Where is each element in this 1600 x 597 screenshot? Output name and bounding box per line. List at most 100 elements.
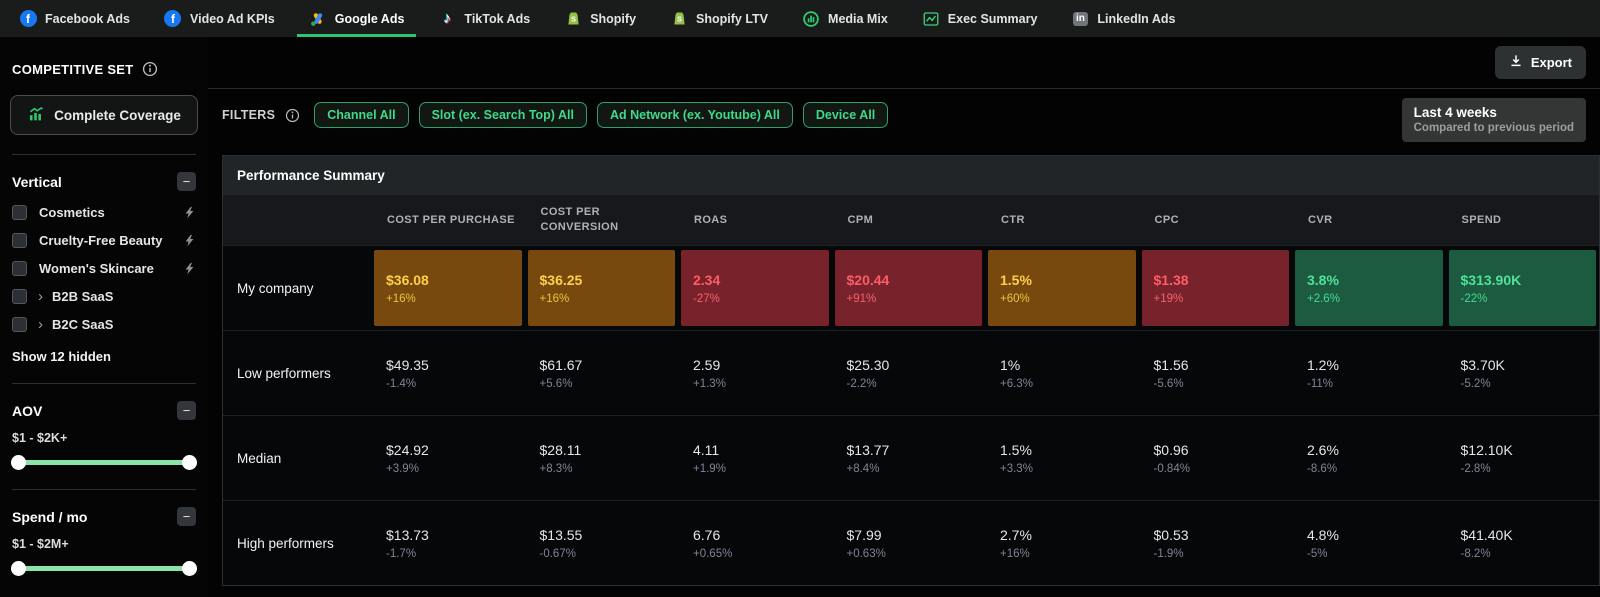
tab-shopify[interactable]: S Shopify [547, 0, 653, 37]
column-header: CVR [1308, 213, 1333, 226]
info-icon[interactable] [285, 108, 300, 123]
tab-label: Facebook Ads [45, 11, 130, 26]
metric-cell: 3.8% +2.6% [1295, 250, 1443, 326]
vertical-option-cosmetics[interactable]: Cosmetics [10, 198, 198, 226]
metric-cell: $20.44 +91% [834, 250, 982, 326]
collapse-spend-button[interactable]: − [177, 507, 196, 526]
metric-cell: $49.35 -1.4% [386, 356, 429, 390]
info-icon[interactable] [142, 61, 158, 77]
slider-handle-min[interactable] [11, 561, 26, 576]
toolbar: Export [208, 37, 1600, 89]
divider [12, 489, 196, 490]
vertical-option-womens-skincare[interactable]: Women's Skincare [10, 254, 198, 282]
vertical-option-b2c-saas[interactable]: › B2C SaaS [10, 310, 198, 338]
metric-cell: $25.30 -2.2% [846, 356, 890, 390]
complete-coverage-button[interactable]: Complete Coverage [10, 95, 198, 135]
metric-cell: $36.08 +16% [374, 250, 522, 326]
tab-label: Exec Summary [947, 11, 1038, 26]
performance-summary-panel: Performance Summary COST PER PURCHASE CO… [222, 155, 1600, 586]
period-title: Last 4 weeks [1413, 105, 1497, 120]
metric-cell: 2.6% -8.6% [1307, 441, 1339, 475]
column-header: COST PER PURCHASE [387, 213, 515, 226]
google-ads-icon [309, 10, 327, 28]
shopify-icon: S [564, 10, 582, 28]
checkbox[interactable] [12, 232, 27, 248]
checkbox[interactable] [12, 260, 27, 276]
column-header: COST PER CONVERSION [540, 206, 619, 233]
filter-chip-device[interactable]: Device All [802, 102, 889, 128]
tab-label: Google Ads [334, 11, 405, 26]
facebook-icon: f [164, 10, 182, 28]
spend-section-title: Spend / mo [12, 508, 88, 525]
metric-cell: 2.59 +1.3% [693, 356, 726, 390]
slider-track [16, 566, 192, 571]
boost-icon [183, 262, 196, 275]
metric-cell: $24.92 +3.9% [386, 441, 429, 475]
metric-cell: $3.70K -5.2% [1460, 356, 1505, 390]
column-header: SPEND [1461, 213, 1502, 226]
metric-cell: $0.53 -1.9% [1153, 526, 1189, 560]
filter-chip-slot[interactable]: Slot (ex. Search Top) All [418, 102, 587, 128]
divider [12, 154, 196, 155]
tab-video-ad-kpis[interactable]: f Video Ad KPIs [147, 0, 292, 37]
metric-cell: $1.56 -5.6% [1153, 356, 1189, 390]
slider-handle-min[interactable] [11, 455, 26, 470]
metric-cell: $13.77 +8.4% [846, 441, 890, 475]
filter-chip-channel[interactable]: Channel All [314, 102, 409, 128]
divider [12, 383, 196, 384]
tab-linkedin-ads[interactable]: in LinkedIn Ads [1054, 0, 1192, 37]
metric-cell: $313.90K -22% [1448, 250, 1596, 326]
table-row-low-performers: Low performers $49.35 -1.4% $61.67 +5.6% 2… [223, 330, 1599, 415]
tab-google-ads[interactable]: Google Ads [292, 0, 422, 37]
spend-range-label: $1 - $2M+ [12, 537, 69, 551]
metric-cell: 2.7% +16% [1000, 526, 1032, 560]
filter-chip-ad-network[interactable]: Ad Network (ex. Youtube) All [596, 102, 793, 128]
export-button[interactable]: Export [1494, 46, 1586, 79]
tiktok-icon: ♪ [443, 10, 452, 27]
period-selector[interactable]: Last 4 weeks Compared to previous period [1401, 98, 1586, 142]
tab-label: Shopify [590, 11, 637, 26]
facebook-icon: f [19, 10, 37, 28]
vertical-section-title: Vertical [12, 173, 62, 190]
row-label: High performers [237, 535, 334, 551]
column-header: ROAS [694, 213, 728, 226]
spend-range-slider[interactable] [11, 560, 197, 576]
checkbox[interactable] [12, 204, 27, 220]
checkbox[interactable] [12, 288, 27, 304]
metric-cell: $0.96 -0.84% [1153, 441, 1190, 475]
collapse-aov-button[interactable]: − [177, 401, 196, 420]
tab-facebook-ads[interactable]: f Facebook Ads [2, 0, 147, 37]
aov-range-label: $1 - $2K+ [12, 431, 68, 445]
boost-icon [183, 206, 196, 219]
slider-handle-max[interactable] [182, 455, 197, 470]
vertical-option-b2b-saas[interactable]: › B2B SaaS [10, 282, 198, 310]
slider-handle-max[interactable] [182, 561, 197, 576]
aov-range-slider[interactable] [11, 454, 197, 470]
download-icon [1509, 54, 1523, 71]
filters-label: FILTERS [222, 108, 276, 122]
metric-cell: 1.2% -11% [1307, 356, 1339, 390]
period-subtitle: Compared to previous period [1413, 122, 1574, 134]
row-label: Median [237, 450, 282, 466]
tab-tiktok-ads[interactable]: ♪ TikTok Ads [421, 0, 547, 37]
shopify-icon: S [670, 10, 688, 28]
collapse-vertical-button[interactable]: − [177, 172, 196, 191]
tab-label: TikTok Ads [464, 11, 531, 26]
tab-shopify-ltv[interactable]: S Shopify LTV [653, 0, 785, 37]
tab-media-mix[interactable]: Media Mix [785, 0, 905, 37]
row-label: My company [237, 280, 314, 296]
metric-cell: 6.76 +0.65% [693, 526, 733, 560]
checkbox[interactable] [12, 316, 27, 332]
tab-exec-summary[interactable]: Exec Summary [905, 0, 1055, 37]
metric-cell: $1.38 +19% [1141, 250, 1289, 326]
show-hidden-link[interactable]: Show 12 hidden [10, 349, 198, 364]
metric-cell: 4.8% -5% [1307, 526, 1339, 560]
vertical-option-cruelty-free-beauty[interactable]: Cruelty-Free Beauty [10, 226, 198, 254]
sidebar-title: COMPETITIVE SET [12, 61, 134, 77]
metric-cell: 1.5% +3.3% [1000, 441, 1033, 475]
chevron-right-icon[interactable]: › [38, 289, 43, 304]
chevron-right-icon[interactable]: › [38, 317, 43, 332]
filters-row: FILTERS Channel All Slot (ex. Search Top… [208, 89, 1600, 142]
metric-cell: 1.5% +60% [988, 250, 1136, 326]
export-button-label: Export [1530, 55, 1572, 70]
